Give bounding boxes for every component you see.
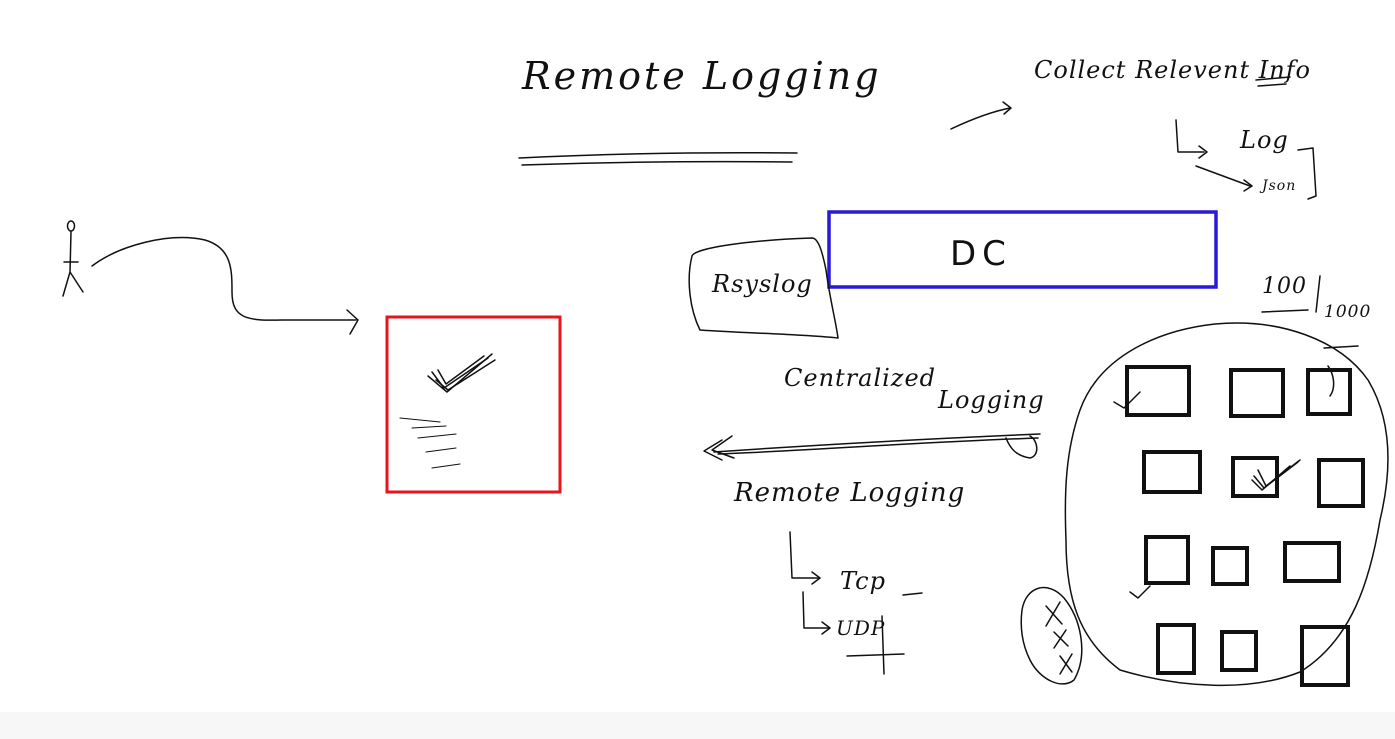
whiteboard-canvas: [62, 76, 1389, 687]
server-node: [1211, 546, 1249, 586]
dc-box: [827, 210, 1218, 289]
user-figure-icon: [62, 220, 84, 297]
server-node: [1300, 625, 1350, 687]
collect-info-label: Collect Relevent Info: [1034, 56, 1311, 84]
check-mark-icon: [427, 353, 496, 393]
server-node: [1156, 623, 1196, 675]
rsyslog-label: Rsyslog: [712, 270, 813, 298]
log-bracket: [1297, 147, 1317, 200]
server-node: [1144, 535, 1190, 585]
server-node: [1142, 450, 1202, 494]
server-node: [1317, 458, 1365, 508]
logging-label: Logging: [938, 386, 1045, 414]
dc-label: DC: [950, 234, 1012, 274]
server-node: [1306, 368, 1352, 416]
collect-arrow: [950, 101, 1012, 130]
log-branch-arrow: [1175, 119, 1208, 159]
server-node: [1229, 368, 1285, 418]
count-bottom-label: 1000: [1324, 302, 1372, 322]
bottom-bar: [0, 712, 1395, 739]
tcp-label: Tcp: [840, 567, 886, 595]
json-arrow: [1195, 165, 1253, 192]
count-top-label: 100: [1262, 274, 1307, 299]
log-label: Log: [1240, 126, 1289, 154]
centralized-arrow: [703, 433, 1041, 461]
highlight-box: [385, 315, 562, 494]
server-node: [1220, 630, 1258, 672]
remote-logging-label: Remote Logging: [734, 478, 966, 508]
protocol-branch-arrows: [789, 531, 923, 675]
server-grid: [1125, 365, 1365, 687]
centralized-label: Centralized: [784, 364, 937, 392]
title-underline: [518, 151, 798, 166]
json-label: Json: [1262, 178, 1297, 194]
server-node: [1125, 365, 1191, 417]
page-title: Remote Logging: [522, 54, 882, 98]
udp-label: UDP: [836, 616, 886, 640]
user-to-box-arrow: [91, 236, 359, 335]
text-lines-icon: [399, 417, 461, 469]
server-node: [1283, 541, 1341, 583]
